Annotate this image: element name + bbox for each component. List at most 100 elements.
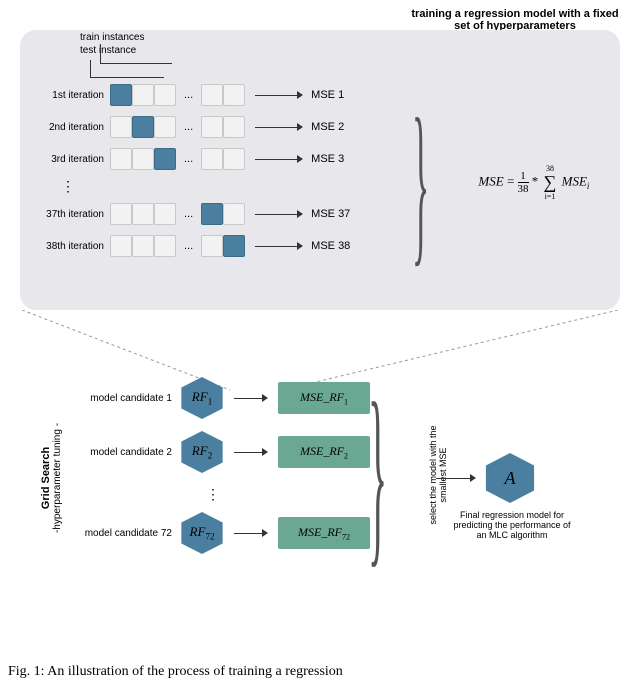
train-instance-box [201, 235, 223, 257]
train-instance-box [110, 203, 132, 225]
grid-search-subtitle: -hyperparameter tuning - [52, 388, 63, 568]
test-instance-box [154, 148, 176, 170]
instance-boxes: ... [110, 203, 245, 225]
test-instance-box [223, 235, 245, 257]
test-instance-box [132, 116, 154, 138]
candidate-label: model candidate 2 [62, 447, 178, 458]
final-hex-shape: A [482, 453, 538, 503]
train-instance-box [223, 116, 245, 138]
ellipsis-icon: ... [176, 203, 201, 225]
sum-lower-bound: i=1 [544, 192, 557, 201]
iteration-label: 1st iteration [32, 90, 110, 101]
ellipsis-icon: ... [176, 235, 201, 257]
vertical-ellipsis-icon: ⋮ [32, 178, 110, 195]
arrow-right-icon [255, 242, 309, 250]
train-instance-box [154, 235, 176, 257]
figure-caption: Fig. 1: An illustration of the process o… [8, 664, 343, 680]
mse-equation: MSE = 1 38 * 38 ∑ i=1 MSEi [478, 170, 589, 195]
legend-leader-test [90, 60, 164, 78]
mse-output: MSE 3 [311, 153, 344, 165]
train-instance-box [132, 235, 154, 257]
train-instance-box [154, 116, 176, 138]
train-instance-box [132, 148, 154, 170]
hex-sub: 72 [205, 532, 214, 542]
arrow-right-icon [255, 210, 309, 218]
hex-sub: 2 [208, 451, 213, 461]
ellipsis-icon: ... [176, 84, 201, 106]
hex-text: RF [192, 443, 208, 458]
frac-numerator: 1 [518, 170, 529, 183]
rf-hexagon: RF72 [178, 512, 226, 554]
right-brace-icon: } [412, 92, 429, 272]
sum-upper-bound: 38 [544, 164, 557, 173]
instance-boxes: ... [110, 84, 245, 106]
hex-sub: 1 [208, 397, 213, 407]
hex-text: RF [192, 389, 208, 404]
mse-output: MSE 1 [311, 89, 344, 101]
train-instance-box [223, 148, 245, 170]
mse-term-subscript: i [587, 181, 590, 191]
train-instance-box [110, 116, 132, 138]
train-instance-box [201, 116, 223, 138]
top-title: training a regression model with a fixed… [410, 8, 620, 32]
candidate-row: model candidate 1 RF1 MSE_RF1 [62, 378, 620, 418]
grid-search-panel: Grid Search -hyperparameter tuning - mod… [20, 378, 620, 648]
arrow-right-icon [234, 448, 270, 456]
legend-train: train instances [80, 32, 144, 43]
final-model-caption: Final regression model for predicting th… [452, 510, 572, 540]
iteration-label: 37th iteration [32, 209, 110, 220]
loocv-panel: train instances test instance 1st iterat… [20, 30, 620, 310]
mse-aggregate: } MSE = 1 38 * 38 ∑ i=1 MSEi [412, 92, 612, 272]
train-instance-box [154, 203, 176, 225]
msebox-text: MSE_RF [298, 525, 342, 539]
sigma-icon: ∑ [544, 172, 557, 192]
train-instance-box [223, 84, 245, 106]
mse-term: MSE [562, 173, 587, 188]
legend-area: train instances test instance [80, 32, 144, 56]
msebox-text: MSE_RF [300, 444, 344, 458]
candidate-label: model candidate 72 [62, 528, 178, 539]
sigma-sum: 38 ∑ i=1 [544, 172, 557, 193]
candidate-label: model candidate 1 [62, 393, 178, 404]
rf-hexagon: RF2 [178, 431, 226, 473]
train-instance-box [110, 235, 132, 257]
iteration-label: 38th iteration [32, 241, 110, 252]
iteration-label: 3rd iteration [32, 154, 110, 165]
final-model-hexagon: A [482, 453, 538, 503]
arrow-right-icon [436, 474, 478, 482]
grid-search-title: Grid Search -hyperparameter tuning - [40, 388, 63, 568]
equals-sign: = [507, 173, 514, 188]
msebox-sub: 2 [344, 451, 348, 460]
instance-boxes: ... [110, 148, 245, 170]
mse-result-box: MSE_RF2 [278, 436, 370, 468]
arrow-right-icon [255, 155, 309, 163]
rf-hexagon: RF1 [178, 377, 226, 419]
msebox-text: MSE_RF [300, 390, 344, 404]
train-instance-box [201, 84, 223, 106]
train-instance-box [132, 84, 154, 106]
arrow-right-icon [234, 394, 270, 402]
test-instance-box [110, 84, 132, 106]
iteration-label: 2nd iteration [32, 122, 110, 133]
mse-output: MSE 37 [311, 208, 350, 220]
mse-lhs: MSE [478, 173, 503, 188]
mse-output: MSE 2 [311, 121, 344, 133]
grid-search-heading: Grid Search [40, 447, 52, 509]
train-instance-box [110, 148, 132, 170]
arrow-right-icon [234, 529, 270, 537]
instance-boxes: ... [110, 235, 245, 257]
mse-result-box: MSE_RF1 [278, 382, 370, 414]
mse-output: MSE 38 [311, 240, 350, 252]
train-instance-box [223, 203, 245, 225]
mse-result-box: MSE_RF72 [278, 517, 370, 549]
instance-boxes: ... [110, 116, 245, 138]
test-instance-box [201, 203, 223, 225]
fraction: 1 38 [518, 170, 529, 195]
msebox-sub: 1 [344, 397, 348, 406]
train-instance-box [132, 203, 154, 225]
ellipsis-icon: ... [176, 116, 201, 138]
multiply-sign: * [532, 173, 539, 188]
hex-text: RF [190, 524, 206, 539]
arrow-right-icon [255, 123, 309, 131]
train-instance-box [154, 84, 176, 106]
